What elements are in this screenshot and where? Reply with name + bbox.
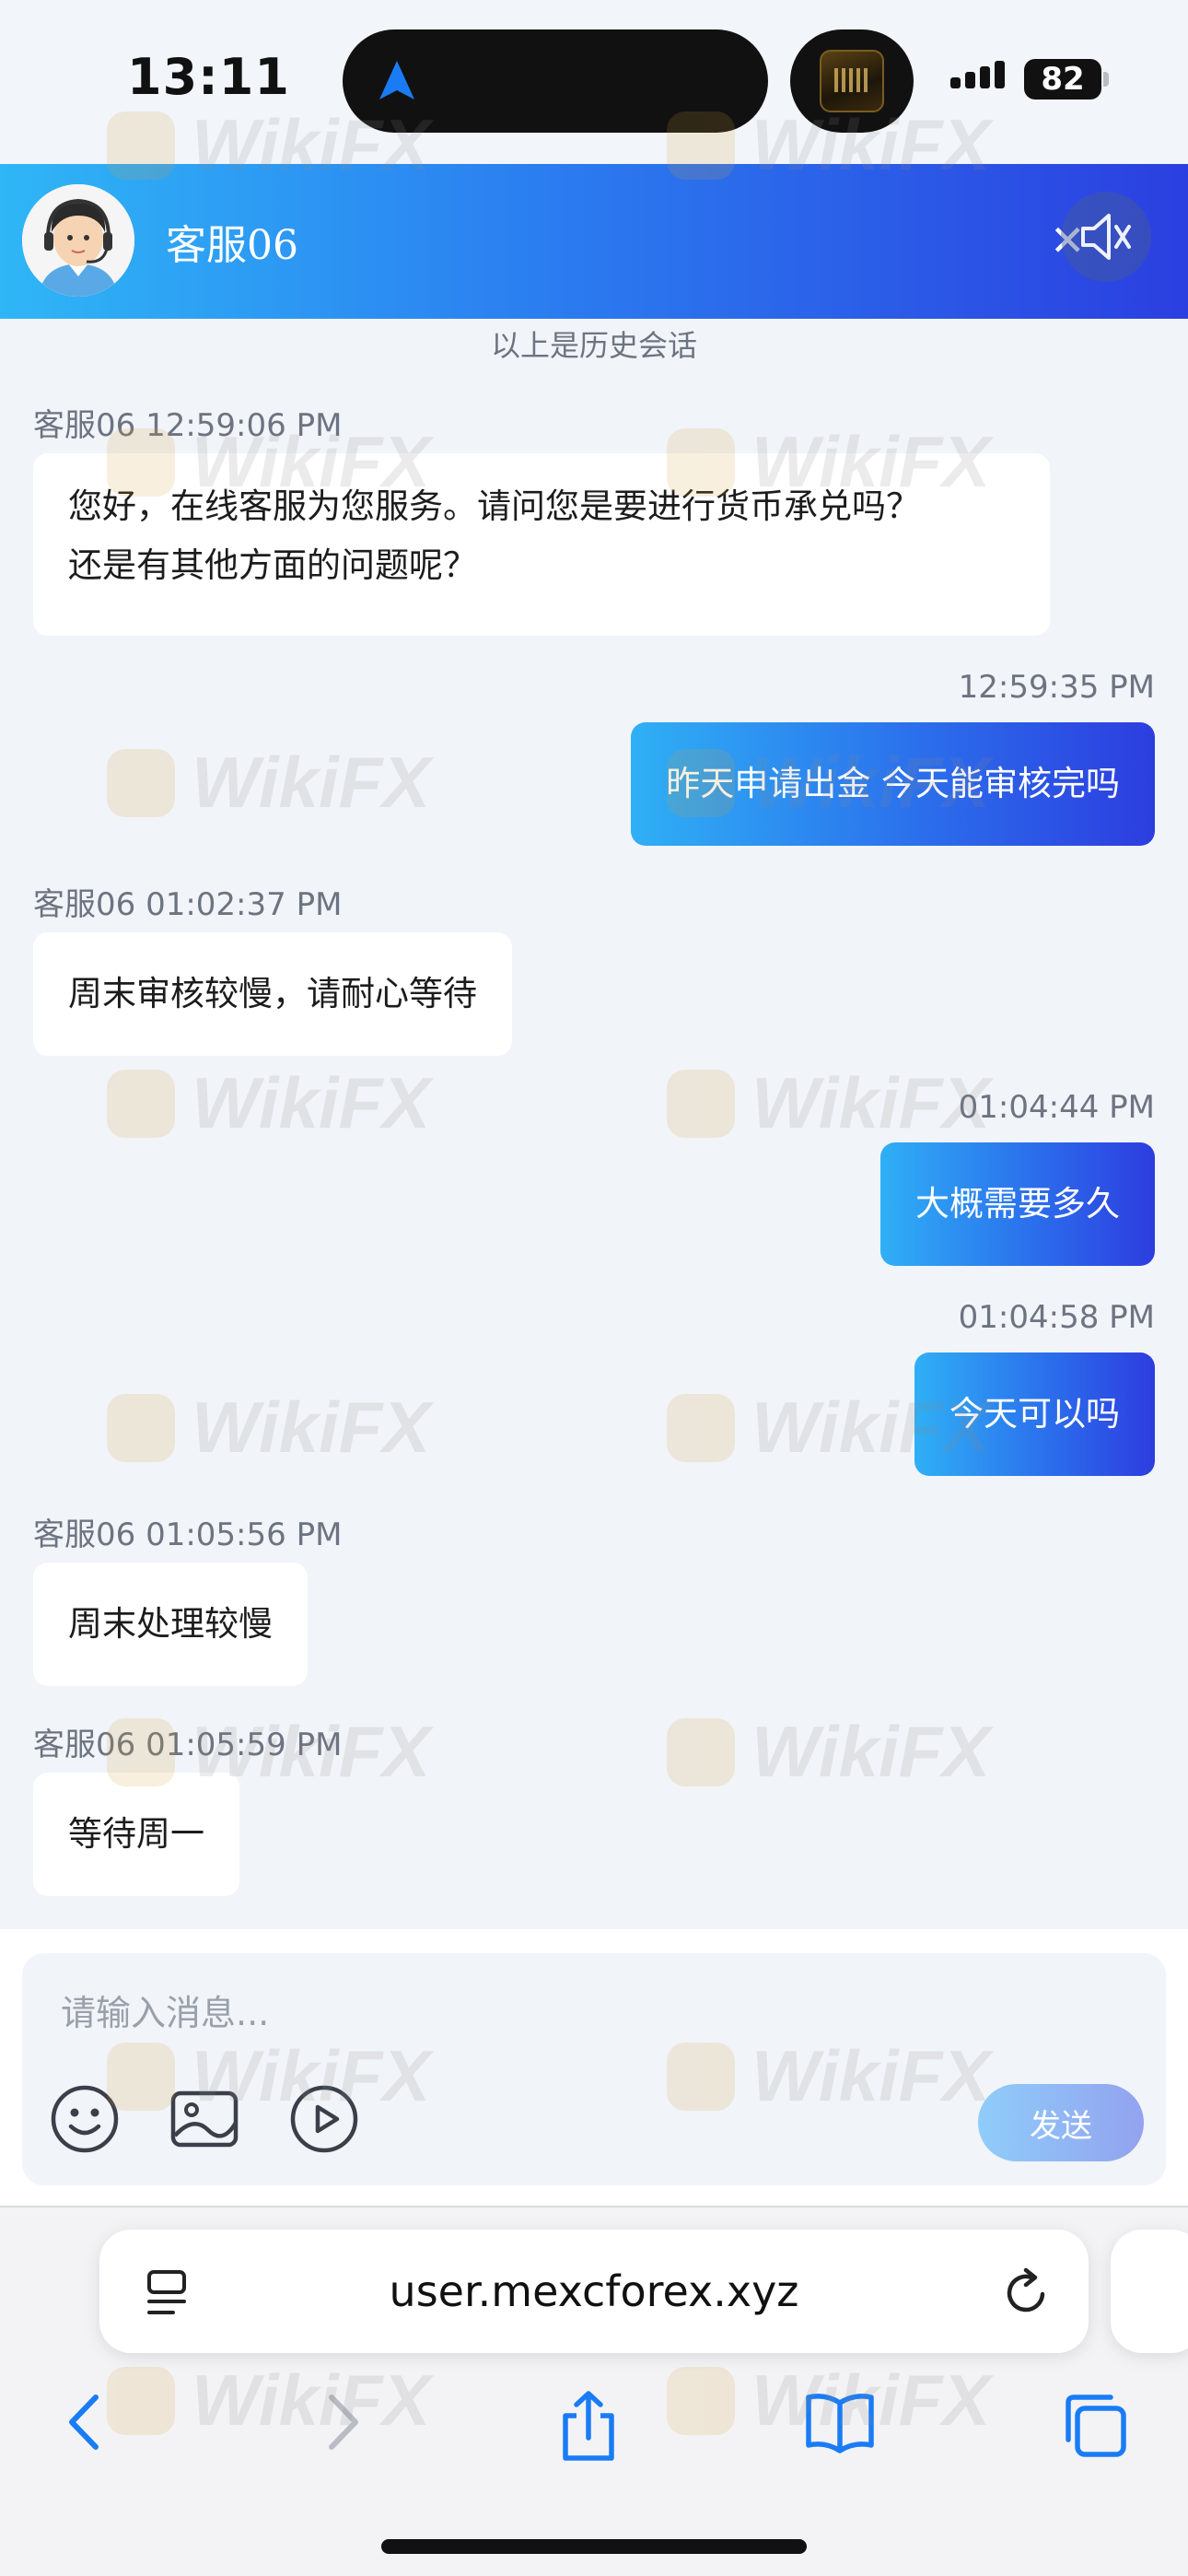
message-meta: 客服06 01:02:37 PM bbox=[33, 886, 343, 923]
message-text: 周末审核较慢，请耐心等待 bbox=[68, 974, 477, 1013]
message-text: 等待周一 bbox=[68, 1814, 204, 1854]
message-text: 还是有其他方面的问题呢？ bbox=[68, 545, 477, 585]
message-bubble-outgoing[interactable]: 大概需要多久 bbox=[880, 1142, 1155, 1266]
message-meta: 客服06 01:05:56 PM bbox=[33, 1516, 343, 1553]
wikifx-watermark: WikiFX bbox=[667, 1061, 990, 1145]
video-icon[interactable] bbox=[287, 2082, 361, 2156]
signal-icon bbox=[950, 57, 1015, 88]
message-text: 您好，在线客服为您服务。请问您是要进行货币承兑吗？ bbox=[68, 486, 920, 526]
home-indicator bbox=[381, 2539, 807, 2554]
share-icon[interactable] bbox=[556, 2390, 621, 2464]
message-text: 今天可以吗 bbox=[949, 1394, 1120, 1434]
address-bar[interactable]: user.mexcforex.xyz bbox=[99, 2230, 1089, 2353]
mute-button[interactable] bbox=[1061, 192, 1151, 282]
image-icon[interactable] bbox=[168, 2082, 241, 2156]
forward-icon[interactable] bbox=[313, 2390, 368, 2454]
live-activity-app-icon bbox=[790, 29, 914, 133]
battery-cap bbox=[1103, 72, 1109, 87]
message-text: 周末处理较慢 bbox=[68, 1604, 273, 1644]
message-meta: 01:04:58 PM bbox=[958, 1299, 1155, 1336]
message-composer: 发送 bbox=[22, 1953, 1166, 2185]
message-meta: 01:04:44 PM bbox=[958, 1089, 1155, 1126]
next-tab-preview[interactable] bbox=[1111, 2230, 1188, 2353]
status-time: 13:11 bbox=[127, 48, 290, 106]
message-meta: 客服06 12:59:06 PM bbox=[33, 407, 343, 444]
battery-icon: 82 bbox=[1024, 59, 1101, 100]
url-text[interactable]: user.mexcforex.xyz bbox=[99, 2266, 1089, 2316]
message-bubble-incoming[interactable]: 等待周一 bbox=[33, 1773, 239, 1896]
status-bar: 13:11 82 bbox=[0, 0, 1188, 164]
message-text: 昨天申请出金 今天能审核完吗 bbox=[666, 764, 1120, 803]
navigation-arrow-icon bbox=[379, 61, 414, 100]
message-meta: 客服06 01:05:59 PM bbox=[33, 1727, 343, 1763]
speaker-muted-icon bbox=[1081, 214, 1131, 260]
message-bubble-outgoing[interactable]: 今天可以吗 bbox=[914, 1352, 1155, 1476]
emoji-icon[interactable] bbox=[48, 2082, 122, 2156]
wikifx-watermark: WikiFX bbox=[667, 1710, 990, 1794]
dynamic-island bbox=[343, 29, 768, 133]
message-bubble-incoming[interactable]: 周末审核较慢，请耐心等待 bbox=[33, 932, 512, 1056]
support-agent-icon bbox=[22, 184, 134, 297]
agent-name: 客服06 bbox=[166, 222, 298, 269]
wikifx-watermark: WikiFX bbox=[107, 1386, 430, 1469]
message-bubble-incoming[interactable]: 您好，在线客服为您服务。请问您是要进行货币承兑吗？ 还是有其他方面的问题呢？ bbox=[33, 453, 1050, 636]
chat-header: 客服06 ✕ bbox=[0, 164, 1188, 319]
back-icon[interactable] bbox=[59, 2390, 114, 2454]
wikifx-watermark: WikiFX bbox=[107, 741, 430, 825]
agent-avatar bbox=[22, 184, 134, 297]
message-bubble-incoming[interactable]: 周末处理较慢 bbox=[33, 1563, 308, 1686]
message-text: 大概需要多久 bbox=[915, 1184, 1120, 1224]
history-divider: 以上是历史会话 bbox=[490, 328, 697, 363]
message-input[interactable] bbox=[61, 1981, 1074, 2045]
message-meta: 12:59:35 PM bbox=[958, 669, 1155, 706]
tabs-icon[interactable] bbox=[1059, 2390, 1129, 2460]
send-button[interactable]: 发送 bbox=[978, 2084, 1144, 2161]
reload-icon[interactable] bbox=[1004, 2266, 1052, 2318]
bookmarks-icon[interactable] bbox=[805, 2390, 875, 2454]
wikifx-watermark: WikiFX bbox=[107, 1061, 430, 1145]
message-bubble-outgoing[interactable]: 昨天申请出金 今天能审核完吗 bbox=[631, 722, 1155, 846]
